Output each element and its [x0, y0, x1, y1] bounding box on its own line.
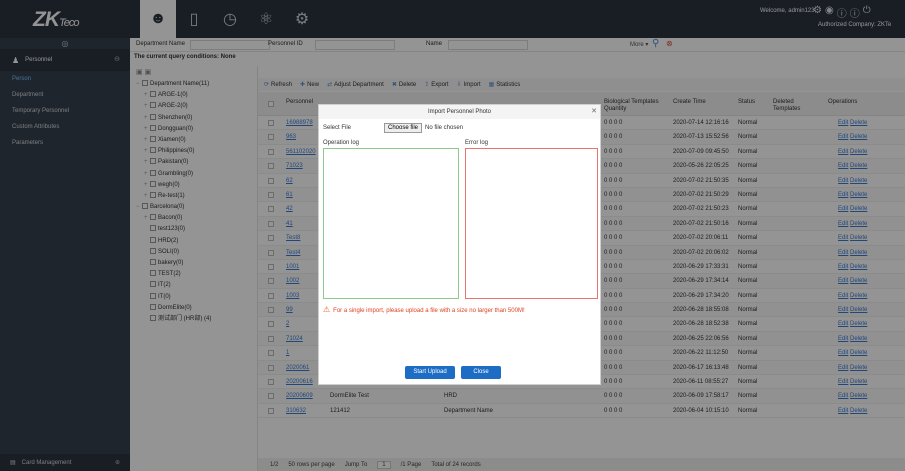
close-button[interactable]: Close [461, 366, 501, 379]
error-log-label: Error log [465, 140, 489, 146]
dialog-title: Import Personnel Photo [319, 105, 600, 119]
warning-icon: ⚠ [323, 305, 331, 314]
upload-size-warning: ⚠ For a single import, please upload a fi… [323, 305, 525, 314]
close-icon[interactable]: ✕ [591, 107, 597, 115]
start-upload-button[interactable]: Start Upload [405, 366, 455, 379]
warning-text: For a single import, please upload a fil… [333, 308, 525, 314]
no-file-text: No file chosen [425, 125, 464, 131]
import-photo-dialog: Import Personnel Photo ✕ Select File Cho… [318, 104, 601, 385]
error-log-box[interactable] [465, 148, 598, 299]
select-file-label: Select File [323, 125, 352, 131]
operation-log-label: Operation log [323, 140, 360, 146]
choose-file-button[interactable]: Choose file [384, 123, 422, 133]
operation-log-box[interactable] [323, 148, 459, 299]
